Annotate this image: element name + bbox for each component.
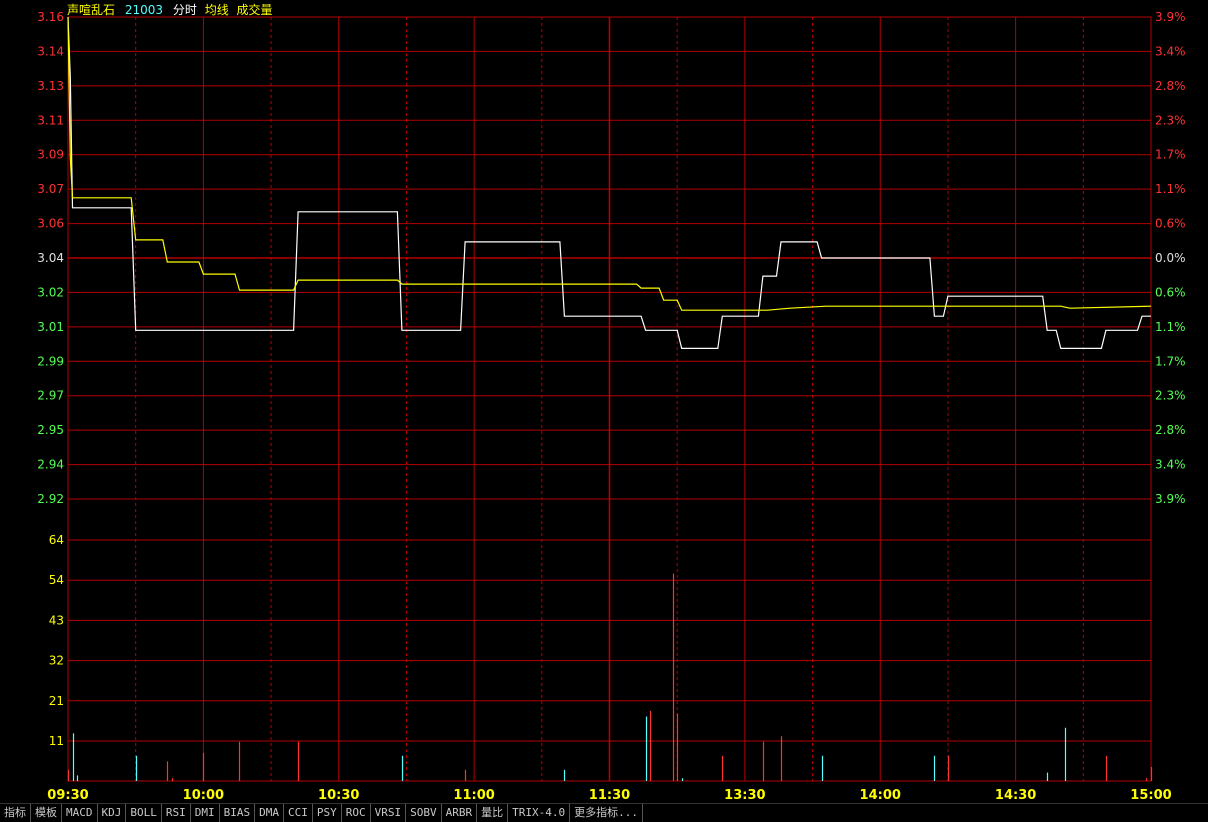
percent-tick-label: 3.9% <box>1155 10 1186 24</box>
stock-name: 声喧乱石 <box>67 3 116 17</box>
indicator-tab-17[interactable]: 更多指标... <box>570 804 643 822</box>
volume-tick-label: 21 <box>49 694 64 708</box>
time-tick-label: 14:30 <box>995 788 1036 803</box>
percent-tick-label: 2.8% <box>1155 423 1186 437</box>
percent-tick-label: 2.3% <box>1155 389 1186 403</box>
price-tick-label: 2.92 <box>37 492 64 506</box>
volume-tick-label: 43 <box>49 613 64 627</box>
indicator-tab-9[interactable]: CCI <box>284 804 313 822</box>
price-tick-label: 2.97 <box>37 389 64 403</box>
time-tick-label: 11:30 <box>589 788 630 803</box>
time-tick-label: 10:30 <box>318 788 359 803</box>
time-tick-label: 15:00 <box>1130 788 1171 803</box>
indicator-tab-12[interactable]: VRSI <box>371 804 407 822</box>
price-tick-label: 3.13 <box>37 79 64 93</box>
time-tick-label: 11:00 <box>453 788 494 803</box>
chart-header: 声喧乱石 21003 分时 均线 成交量 <box>67 1 279 18</box>
price-tick-label: 3.11 <box>37 113 64 127</box>
time-tick-label: 09:30 <box>47 788 88 803</box>
indicator-tab-11[interactable]: ROC <box>342 804 371 822</box>
indicator-tab-3[interactable]: KDJ <box>98 804 127 822</box>
percent-tick-label: 1.1% <box>1155 320 1186 334</box>
indicator-tabs: 指标 模板 MACD KDJ BOLL RSI DMI BIAS DMA CCI PSY ROC VRS… <box>0 803 1208 822</box>
indicator-tab-13[interactable]: SOBV <box>406 804 442 822</box>
volume-tick-label: 11 <box>49 734 64 748</box>
price-tick-label: 3.01 <box>37 320 64 334</box>
percent-tick-label: 1.1% <box>1155 182 1186 196</box>
percent-tick-label: 3.4% <box>1155 44 1186 58</box>
percent-tick-label: 1.7% <box>1155 354 1186 368</box>
price-tick-label: 3.02 <box>37 285 64 299</box>
price-tick-label: 2.94 <box>37 458 64 472</box>
indicator-tab-14[interactable]: ARBR <box>442 804 478 822</box>
indicator-tab-2[interactable]: MACD <box>62 804 98 822</box>
volume-label: 成交量 <box>236 3 273 17</box>
time-tick-label: 10:00 <box>183 788 224 803</box>
price-tick-label: 3.07 <box>37 182 64 196</box>
price-tick-label: 3.04 <box>37 251 64 265</box>
percent-tick-label: 3.9% <box>1155 492 1186 506</box>
indicator-tab-16[interactable]: TRIX-4.0 <box>508 804 571 822</box>
volume-tick-label: 32 <box>49 654 64 668</box>
mode-label: 分时 <box>172 3 197 17</box>
avg-label: 均线 <box>204 3 229 17</box>
price-tick-label: 3.14 <box>37 44 64 58</box>
percent-tick-label: 1.7% <box>1155 148 1186 162</box>
intraday-chart[interactable]: 3.16 3.9% 3.14 3.4% 3.13 2.8% 3.11 2.3% 3.09 1.7%… <box>0 0 1208 821</box>
volume-tick-label: 54 <box>49 573 64 587</box>
time-tick-label: 13:30 <box>724 788 765 803</box>
indicator-tab-4[interactable]: BOLL <box>126 804 162 822</box>
price-tick-label: 2.99 <box>37 354 64 368</box>
volume-tick-label: 64 <box>49 533 64 547</box>
indicator-tab-8[interactable]: DMA <box>255 804 284 822</box>
percent-tick-label: 2.3% <box>1155 113 1186 127</box>
indicator-tab-10[interactable]: PSY <box>313 804 342 822</box>
percent-tick-label: 0.0% <box>1155 251 1186 265</box>
percent-tick-label: 0.6% <box>1155 217 1186 231</box>
percent-tick-label: 0.6% <box>1155 285 1186 299</box>
indicator-tab-1[interactable]: 模板 <box>31 804 62 822</box>
stock-code: 21003 <box>124 3 164 17</box>
price-tick-label: 3.06 <box>37 217 64 231</box>
price-tick-label: 3.09 <box>37 148 64 162</box>
time-tick-label: 14:00 <box>860 788 901 803</box>
percent-tick-label: 3.4% <box>1155 458 1186 472</box>
indicator-tab-5[interactable]: RSI <box>162 804 191 822</box>
indicator-tab-6[interactable]: DMI <box>191 804 220 822</box>
percent-tick-label: 2.8% <box>1155 79 1186 93</box>
indicator-tab-0[interactable]: 指标 <box>0 804 31 822</box>
indicator-tab-7[interactable]: BIAS <box>220 804 256 822</box>
price-tick-label: 2.95 <box>37 423 64 437</box>
indicator-tab-15[interactable]: 量比 <box>477 804 509 822</box>
price-tick-label: 3.16 <box>37 10 64 24</box>
